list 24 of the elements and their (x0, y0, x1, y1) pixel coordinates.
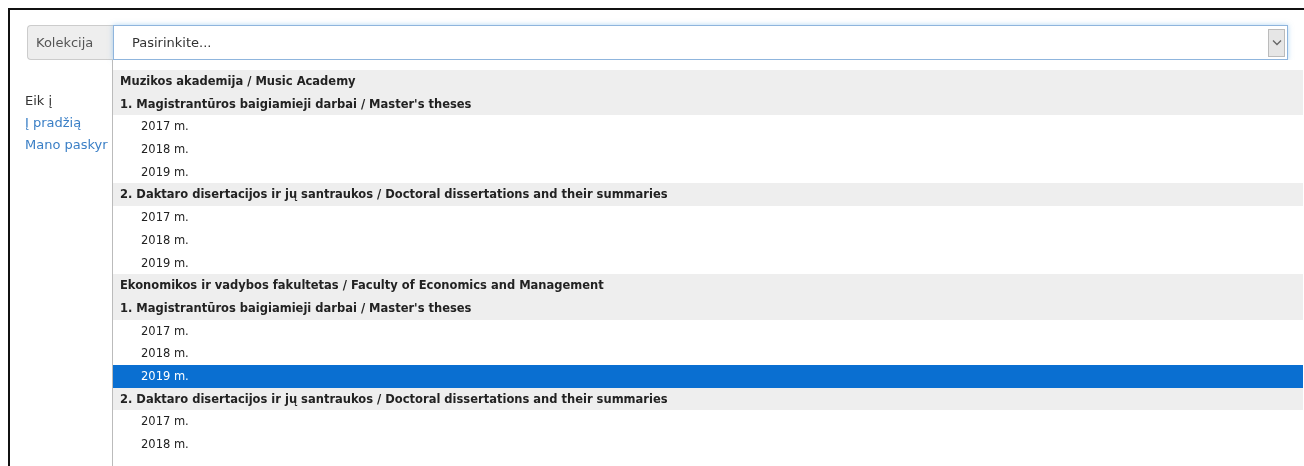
caret-icon (1268, 28, 1285, 57)
group-heading: 1. Magistrantūros baigiamieji darbai / Master's theses (113, 296, 1303, 320)
sidebar-heading: Eik į (25, 92, 53, 110)
dropdown-option[interactable]: 2018 m. (113, 433, 1303, 456)
select-placeholder: Pasirinkite... (131, 35, 212, 50)
field-label: Kolekcija (27, 25, 113, 60)
dropdown-option[interactable]: 2018 m. (113, 228, 1303, 252)
collection-select[interactable]: Pasirinkite... (113, 25, 1288, 60)
dropdown-option[interactable]: 2019 m. (113, 251, 1303, 275)
dropdown-option[interactable]: 2017 m. (113, 206, 1303, 229)
sidebar-link[interactable]: Į pradžią (25, 112, 82, 134)
dropdown-option[interactable]: 2019 m. (113, 364, 1303, 388)
group-heading: 2. Daktaro disertacijos ir jų santraukos / Doctoral dissertations and their summaries (113, 183, 1303, 207)
group-heading: Ekonomikos ir vadybos fakultetas / Faculty of Economics and Management (113, 274, 1303, 297)
group-heading: 2. Daktaro disertacijos ir jų santraukos / Doctoral dissertations and their summaries (113, 387, 1303, 411)
dropdown-option[interactable]: 2017 m. (113, 319, 1303, 343)
dropdown-option[interactable]: 2018 m. (113, 138, 1303, 161)
sidebar-link[interactable]: Mano paskyr (25, 134, 108, 156)
dropdown-option[interactable]: 2017 m. (113, 115, 1303, 139)
dropdown-option[interactable]: 2017 m. (113, 410, 1303, 433)
dropdown-option[interactable]: 2018 m. (113, 342, 1303, 365)
group-heading: Muzikos akademija / Music Academy (113, 70, 1303, 93)
dropdown-option[interactable]: 2019 m. (113, 160, 1303, 184)
group-heading: 1. Magistrantūros baigiamieji darbai / Master's theses (113, 92, 1303, 116)
